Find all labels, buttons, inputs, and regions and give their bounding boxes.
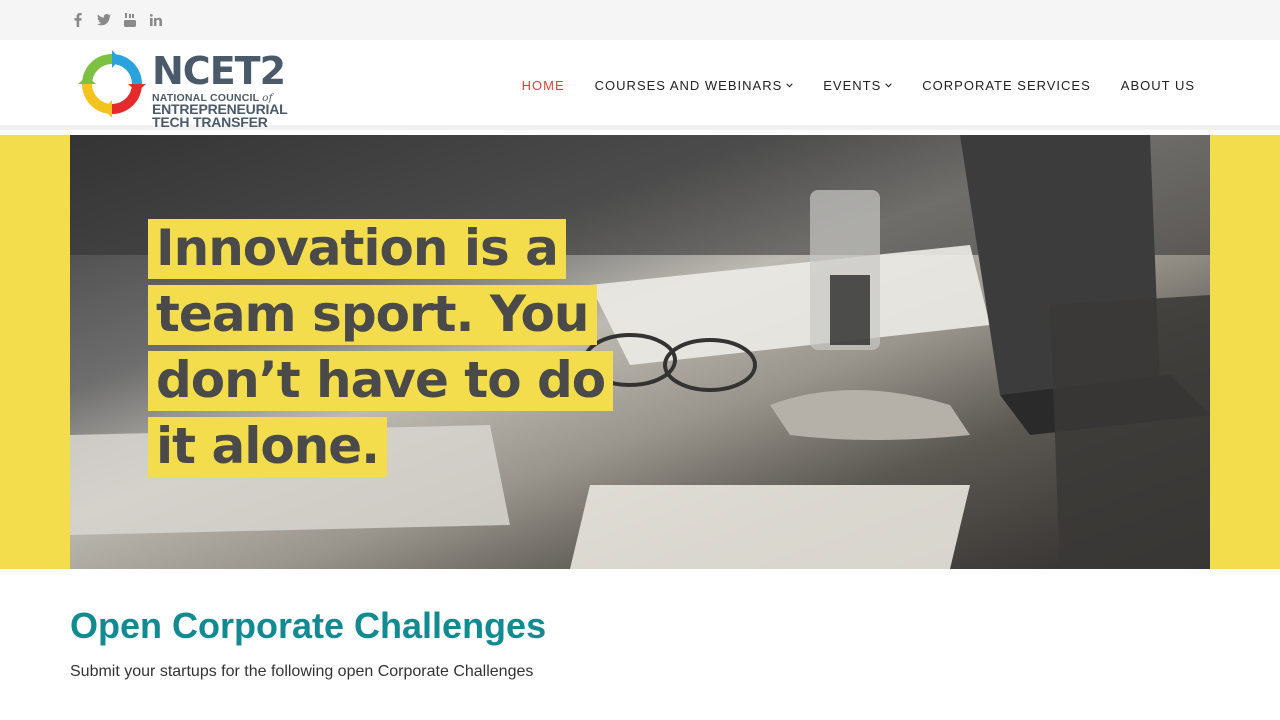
site-header: NCET2 NATIONAL COUNCIL of ENTREPRENEURIA…	[0, 40, 1280, 130]
facebook-icon[interactable]	[70, 12, 86, 28]
page-title: Open Corporate Challenges	[70, 605, 547, 646]
main-nav: HOME COURSES AND WEBINARS EVENTS CORPORA…	[522, 78, 1195, 93]
ncet2-logo[interactable]: NCET2 NATIONAL COUNCIL of ENTREPRENEURIA…	[76, 48, 288, 129]
linkedin-icon[interactable]	[148, 12, 164, 28]
nav-item-events[interactable]: EVENTS	[823, 78, 892, 93]
nav-item-courses-and-webinars[interactable]: COURSES AND WEBINARS	[595, 78, 794, 93]
chevron-down-icon	[885, 83, 892, 88]
hero-quote-line: team sport. You	[148, 285, 597, 345]
logo-line-3: TECH TRANSFER	[152, 114, 268, 130]
hero-banner: Innovation is a team sport. You don’t ha…	[0, 135, 1280, 569]
logo-circle-arrows-icon	[78, 50, 146, 118]
social-links	[70, 12, 164, 28]
twitter-icon[interactable]	[96, 12, 112, 28]
main-content: Open Corporate Challenges Submit your st…	[70, 604, 1210, 682]
logo-brand: NCET2	[152, 49, 286, 93]
nav-item-home[interactable]: HOME	[522, 78, 565, 93]
nav-item-about-us[interactable]: ABOUT US	[1121, 78, 1195, 93]
hero-quote-line: it alone.	[148, 417, 388, 477]
hero-quote-line: don’t have to do	[148, 351, 614, 411]
hero-quote: Innovation is a team sport. You don’t ha…	[148, 219, 614, 483]
top-bar	[0, 0, 1280, 40]
hero-image: Innovation is a team sport. You don’t ha…	[70, 135, 1210, 569]
page-subtitle: Submit your startups for the following o…	[70, 663, 534, 680]
nav-item-corporate-services[interactable]: CORPORATE SERVICES	[922, 78, 1091, 93]
youtube-icon[interactable]	[122, 12, 138, 28]
hero-quote-line: Innovation is a	[148, 219, 566, 279]
chevron-down-icon	[786, 83, 793, 88]
